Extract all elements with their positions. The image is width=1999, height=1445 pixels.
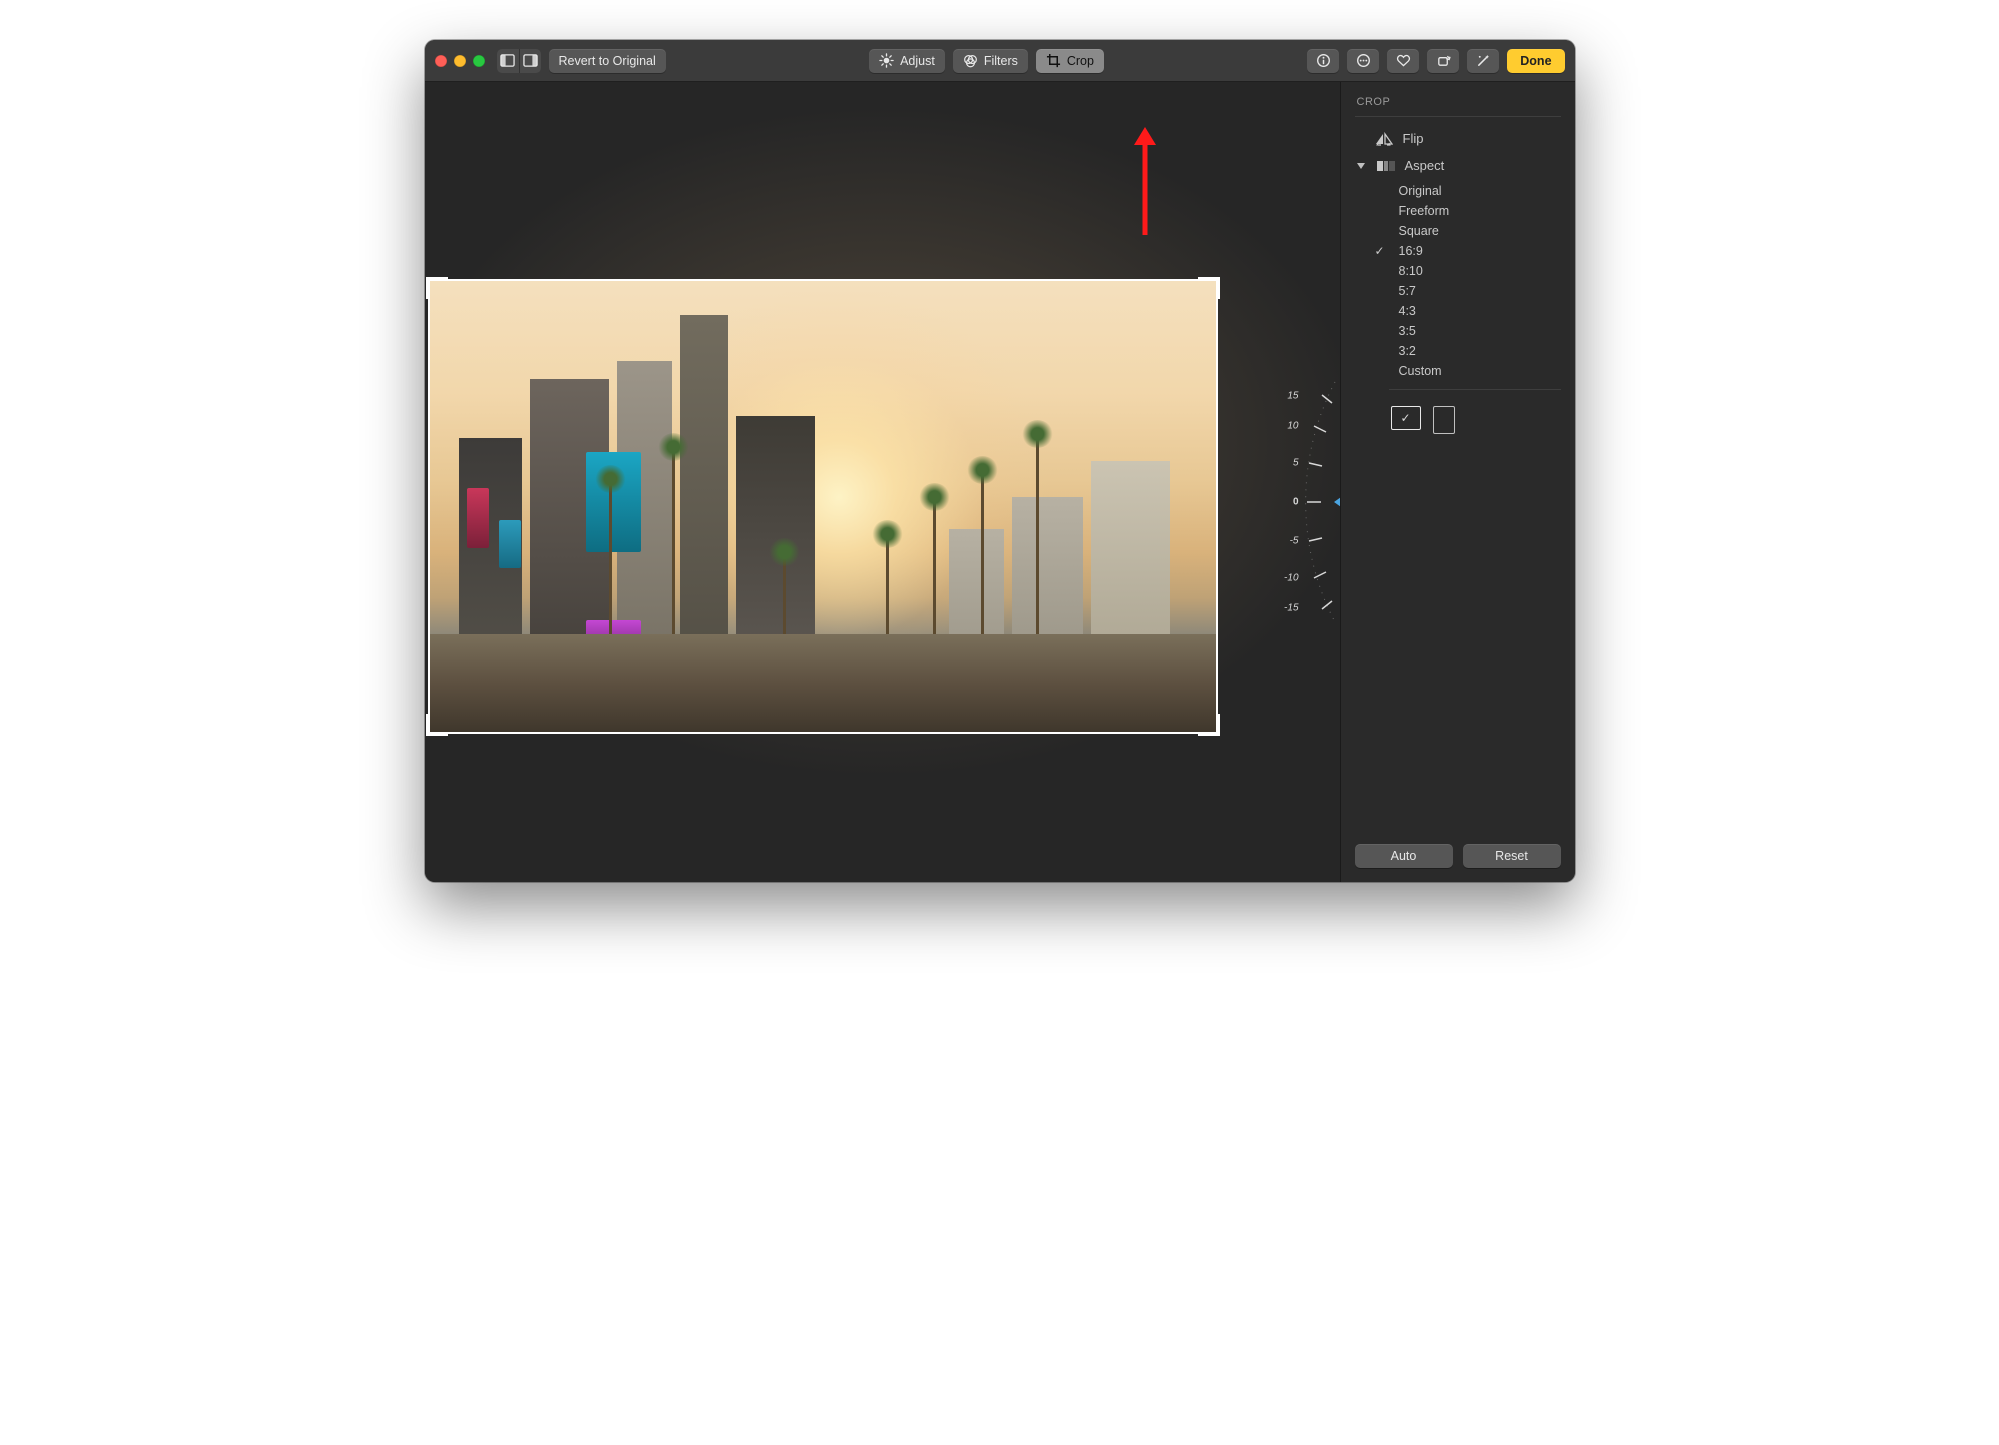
revert-label: Revert to Original bbox=[559, 54, 656, 68]
editor-body: 15 10 5 0 -5 -10 -15 CROP Flip bbox=[425, 82, 1575, 882]
zoom-window-button[interactable] bbox=[473, 55, 485, 67]
check-icon: ✓ bbox=[1400, 411, 1410, 425]
orientation-row: ✓ bbox=[1341, 398, 1575, 446]
aspect-option[interactable]: Freeform bbox=[1341, 201, 1575, 221]
orientation-portrait[interactable] bbox=[1433, 406, 1455, 434]
dial-tick: -5 bbox=[1290, 536, 1299, 547]
canvas[interactable]: 15 10 5 0 -5 -10 -15 bbox=[425, 82, 1340, 882]
aspect-option[interactable]: 4:3 bbox=[1341, 301, 1575, 321]
reset-label: Reset bbox=[1495, 849, 1528, 863]
dial-tick: -10 bbox=[1284, 572, 1298, 583]
flip-row[interactable]: Flip bbox=[1341, 125, 1575, 152]
sidebar-expand-icon bbox=[519, 49, 541, 73]
aspect-option-label: 4:3 bbox=[1399, 304, 1416, 318]
check-icon: ✓ bbox=[1375, 244, 1389, 258]
done-label: Done bbox=[1520, 54, 1551, 68]
divider bbox=[1355, 116, 1561, 117]
aspect-option[interactable]: Custom bbox=[1341, 361, 1575, 381]
aspect-option[interactable]: 3:2 bbox=[1341, 341, 1575, 361]
flip-label: Flip bbox=[1403, 131, 1424, 146]
aspect-option-label: Custom bbox=[1399, 364, 1442, 378]
orientation-landscape[interactable]: ✓ bbox=[1391, 406, 1421, 430]
minimize-window-button[interactable] bbox=[454, 55, 466, 67]
aspect-row[interactable]: Aspect bbox=[1341, 152, 1575, 179]
aspect-option-label: 5:7 bbox=[1399, 284, 1416, 298]
dial-tick: -15 bbox=[1284, 603, 1298, 614]
dial-pointer-icon bbox=[1334, 497, 1340, 507]
aspect-option-list: Original Freeform Square ✓ 16:9 8:10 5:7 4:3 3:5… bbox=[1341, 179, 1575, 389]
aspect-icon bbox=[1377, 159, 1395, 173]
crop-sidebar: CROP Flip Aspect Original Freeform Square ✓… bbox=[1340, 82, 1575, 882]
dial-tick: 10 bbox=[1287, 421, 1298, 432]
crop-icon bbox=[1046, 53, 1061, 68]
sidebar-collapse-icon bbox=[497, 49, 519, 73]
aspect-option[interactable]: Square bbox=[1341, 221, 1575, 241]
filters-label: Filters bbox=[984, 54, 1018, 68]
done-button[interactable]: Done bbox=[1507, 49, 1564, 73]
aspect-option[interactable]: 3:5 bbox=[1341, 321, 1575, 341]
aspect-option-label: 3:5 bbox=[1399, 324, 1416, 338]
aspect-option-label: Freeform bbox=[1399, 204, 1450, 218]
aspect-option[interactable]: Original bbox=[1341, 181, 1575, 201]
filters-icon bbox=[963, 53, 978, 68]
more-button[interactable] bbox=[1347, 49, 1379, 73]
flip-icon bbox=[1375, 132, 1393, 146]
favorite-button[interactable] bbox=[1387, 49, 1419, 73]
filters-tab[interactable]: Filters bbox=[953, 49, 1028, 73]
dial-tick: 15 bbox=[1287, 390, 1298, 401]
aspect-option-label: 16:9 bbox=[1399, 244, 1423, 258]
aspect-option[interactable]: 8:10 bbox=[1341, 261, 1575, 281]
crop-label: Crop bbox=[1067, 54, 1094, 68]
aspect-option-label: 8:10 bbox=[1399, 264, 1423, 278]
aspect-label: Aspect bbox=[1405, 158, 1445, 173]
close-window-button[interactable] bbox=[435, 55, 447, 67]
adjust-tab[interactable]: Adjust bbox=[869, 49, 945, 73]
adjust-label: Adjust bbox=[900, 54, 935, 68]
sidebar-toggle-segment[interactable] bbox=[497, 49, 541, 73]
auto-label: Auto bbox=[1391, 849, 1417, 863]
auto-enhance-button[interactable] bbox=[1467, 49, 1499, 73]
crop-tab[interactable]: Crop bbox=[1036, 49, 1104, 73]
auto-button[interactable]: Auto bbox=[1355, 844, 1453, 868]
photos-edit-window: Revert to Original Adjust bbox=[425, 40, 1575, 882]
photo-preview bbox=[428, 279, 1218, 734]
dial-tick: 5 bbox=[1293, 457, 1299, 468]
aspect-option-label: 3:2 bbox=[1399, 344, 1416, 358]
aspect-option[interactable]: ✓ 16:9 bbox=[1341, 241, 1575, 261]
adjust-icon bbox=[879, 53, 894, 68]
aspect-option-label: Original bbox=[1399, 184, 1442, 198]
sidebar-title: CROP bbox=[1341, 92, 1575, 116]
crop-frame[interactable] bbox=[428, 279, 1218, 734]
window-controls bbox=[435, 55, 485, 67]
dial-zero: 0 bbox=[1293, 497, 1299, 508]
aspect-option[interactable]: 5:7 bbox=[1341, 281, 1575, 301]
divider bbox=[1389, 389, 1561, 390]
info-button[interactable] bbox=[1307, 49, 1339, 73]
straighten-dial[interactable]: 15 10 5 0 -5 -10 -15 bbox=[1265, 362, 1340, 642]
sidebar-footer: Auto Reset bbox=[1341, 834, 1575, 882]
chevron-down-icon bbox=[1357, 163, 1365, 169]
annotation-arrow bbox=[1130, 127, 1160, 237]
aspect-option-label: Square bbox=[1399, 224, 1439, 238]
titlebar: Revert to Original Adjust bbox=[425, 40, 1575, 82]
rotate-button[interactable] bbox=[1427, 49, 1459, 73]
revert-button[interactable]: Revert to Original bbox=[549, 49, 666, 73]
reset-button[interactable]: Reset bbox=[1463, 844, 1561, 868]
